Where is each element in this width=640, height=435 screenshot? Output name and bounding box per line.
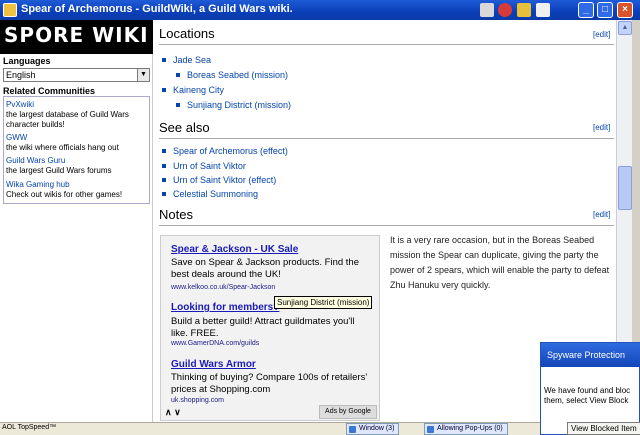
edit-link-notes[interactable]: [edit]	[593, 210, 610, 219]
window-list-button[interactable]: Window (3)	[346, 423, 400, 435]
window-title: Spear of Archemorus - GuildWiki, a Guild…	[21, 3, 293, 15]
ad-url[interactable]: uk.shopping.com	[171, 397, 224, 404]
close-button[interactable]: ×	[617, 2, 633, 18]
see-also-heading: See also	[159, 120, 210, 135]
location-item[interactable]: Kaineng City	[161, 85, 224, 95]
see-also-item[interactable]: Urn of Saint Viktor	[162, 161, 246, 171]
community-item: PvXwiki the largest database of Guild Wa…	[6, 100, 146, 130]
view-blocked-items-button[interactable]: View Blocked Item	[567, 422, 640, 435]
aol-topspeed-label: AOL TopSpeed™	[2, 424, 57, 431]
community-desc: the largest database of Guild Wars chara…	[6, 110, 129, 129]
app-icon	[3, 3, 17, 17]
community-link[interactable]: PvXwiki	[6, 100, 146, 110]
tray-mail-icon[interactable]	[480, 3, 494, 17]
languages-heading: Languages	[3, 56, 51, 66]
wiki-logo[interactable]: SPORE WIKI	[0, 20, 153, 54]
location-item[interactable]: Jade Sea	[161, 55, 211, 65]
community-desc: the largest Guild Wars forums	[6, 166, 112, 175]
section-divider	[159, 44, 614, 45]
maximize-button[interactable]: □	[597, 2, 613, 18]
section-divider	[159, 225, 614, 226]
window-titlebar: Spear of Archemorus - GuildWiki, a Guild…	[0, 0, 640, 20]
section-divider	[159, 138, 614, 139]
community-item: GWW the wiki where officials hang out	[6, 133, 146, 153]
see-also-item[interactable]: Urn of Saint Viktor (effect)	[161, 175, 276, 185]
ad-description: Save on Spear & Jackson products. Find t…	[171, 257, 359, 280]
ad-url[interactable]: www.GamerDNA.com/guilds	[171, 340, 259, 347]
ad-title-link[interactable]: Looking for members?	[171, 302, 279, 313]
popup-body-line: We have found and bloc	[544, 386, 631, 395]
scroll-thumb[interactable]	[618, 166, 632, 210]
see-also-item[interactable]: Celestial Summoning	[161, 189, 258, 199]
popup-title: Spyware Protection	[541, 343, 640, 367]
community-link[interactable]: GWW	[6, 133, 146, 143]
ad-description: Thinking of buying? Compare 100s of reta…	[171, 372, 368, 395]
popup-body-line: them, select View Block	[544, 396, 629, 405]
chevron-down-icon[interactable]: ▼	[137, 69, 149, 81]
related-communities-heading: Related Communities	[3, 86, 96, 96]
tray-heart-icon[interactable]	[498, 3, 512, 17]
minimize-button[interactable]: _	[578, 2, 594, 18]
see-also-item[interactable]: Spear of Archemorus (effect)	[162, 146, 288, 156]
locations-heading: Locations	[159, 26, 215, 41]
edit-link-locations[interactable]: [edit]	[593, 30, 610, 39]
community-link[interactable]: Guild Wars Guru	[6, 156, 146, 166]
tray-tools-icon[interactable]	[517, 3, 531, 17]
ads-by-google-button[interactable]: Ads by Google	[319, 405, 377, 419]
community-link[interactable]: Wika Gaming hub	[6, 180, 146, 190]
location-item[interactable]: Boreas Seabed (mission)	[175, 70, 288, 80]
language-select[interactable]: English ▼	[3, 68, 150, 82]
titlebar-tray	[480, 2, 580, 18]
scroll-up-icon[interactable]: ▲	[618, 21, 632, 35]
google-ads-box: Spear & Jackson - UK Sale Save on Spear …	[160, 235, 380, 421]
left-sidebar: SPORE WIKI Languages English ▼ Related C…	[0, 20, 153, 422]
community-desc: Check out wikis for other games!	[6, 190, 123, 199]
ad-description: Build a better guild! Attract guildmates…	[171, 316, 355, 339]
popup-body: We have found and bloc them, select View…	[544, 386, 639, 406]
community-item: Wika Gaming hub Check out wikis for othe…	[6, 180, 146, 200]
ad-title-link[interactable]: Spear & Jackson - UK Sale	[171, 244, 298, 255]
notes-paragraph: It is a very rare occasion, but in the B…	[390, 235, 610, 290]
ad-title-link[interactable]: Guild Wars Armor	[171, 359, 256, 370]
ad-url[interactable]: www.kelkoo.co.uk/Spear-Jackson	[171, 284, 275, 291]
location-item[interactable]: Sunjiang District (mission)	[175, 100, 291, 110]
link-tooltip: Sunjiang District (mission)	[274, 296, 373, 309]
related-communities-box: PvXwiki the largest database of Guild Wa…	[3, 96, 150, 204]
edit-link-see-also[interactable]: [edit]	[593, 123, 610, 132]
community-desc: the wiki where officials hang out	[6, 143, 119, 152]
spyware-protection-popup: Spyware Protection We have found and blo…	[540, 342, 640, 435]
ad-nav-arrows[interactable]: ∧ ∨	[165, 407, 181, 418]
community-item: Guild Wars Guru the largest Guild Wars f…	[6, 156, 146, 176]
language-value: English	[6, 70, 36, 80]
tray-mail2-icon[interactable]	[536, 3, 550, 17]
notes-heading: Notes	[159, 207, 193, 222]
popups-status-button[interactable]: Allowing Pop-Ups (0)	[424, 423, 508, 435]
